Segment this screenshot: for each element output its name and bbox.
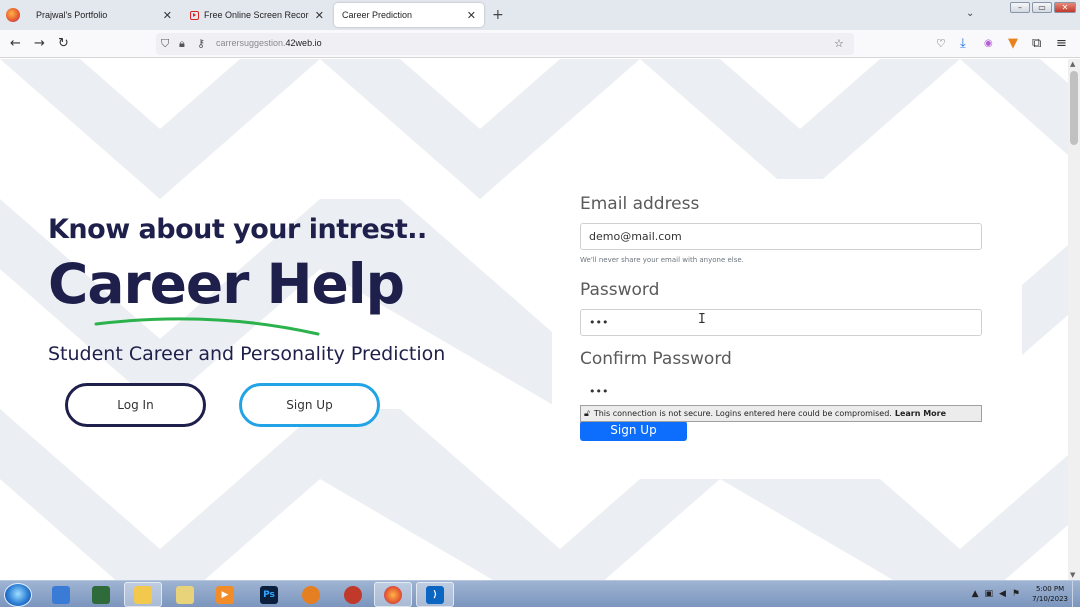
page-viewport: Know about your intrest.. Career Help St… <box>0 59 1068 580</box>
taskbar-app[interactable] <box>292 582 330 607</box>
tray-expand-icon[interactable]: ▲ <box>972 589 979 599</box>
email-help-text: We'll never share your email with anyone… <box>580 256 744 264</box>
taskbar-app[interactable]: ▶ <box>206 582 244 607</box>
minimize-icon[interactable]: – <box>1010 2 1030 13</box>
windows-start-icon[interactable] <box>4 583 32 607</box>
scroll-thumb[interactable] <box>1070 71 1078 145</box>
close-icon[interactable]: ✕ <box>467 9 476 22</box>
tab-label: Free Online Screen Recorder & <box>204 10 309 20</box>
pocket-icon[interactable]: ♡ <box>936 37 946 50</box>
broken-lock-icon: 🔓︎ <box>584 408 590 419</box>
taskbar-app[interactable]: Ps <box>250 582 288 607</box>
screen: Prajwal's Portfolio ✕ Free Online Screen… <box>0 0 1080 607</box>
photoshop-icon: Ps <box>260 585 278 604</box>
key-icon[interactable]: ⚷ <box>197 37 205 50</box>
remote-desktop-icon <box>52 585 70 604</box>
file-explorer-icon <box>134 585 152 604</box>
recorder-favicon-icon <box>190 10 199 20</box>
window-controls: – ▭ ✕ <box>1010 2 1076 13</box>
action-center-flag-icon[interactable]: ⚑ <box>1012 589 1020 599</box>
scroll-down-icon[interactable]: ▼ <box>1070 571 1075 579</box>
email-field[interactable]: demo@mail.com <box>580 223 982 250</box>
browser-nav-bar: ← → ↻ ⛉ 🔒︎ ⚷ carrersuggestion.42web.io ☆… <box>0 30 1080 58</box>
reload-icon[interactable]: ↻ <box>58 36 69 51</box>
taskbar-app[interactable] <box>124 582 162 607</box>
firefox-menu-icon[interactable] <box>6 8 20 22</box>
page-scrollbar[interactable]: ▲ ▼ <box>1068 59 1080 580</box>
window-close-icon[interactable]: ✕ <box>1054 2 1076 13</box>
taskbar-app[interactable] <box>82 582 120 607</box>
close-icon[interactable]: ✕ <box>315 9 324 22</box>
confirm-password-field[interactable]: ••• <box>580 378 982 405</box>
signup-link-button[interactable]: Sign Up <box>239 383 380 427</box>
tab-portfolio[interactable]: Prajwal's Portfolio ✕ <box>28 3 180 27</box>
url-bar[interactable]: ⛉ 🔒︎ ⚷ carrersuggestion.42web.io ☆ <box>156 33 854 55</box>
tab-label: Prajwal's Portfolio <box>36 10 108 20</box>
insecure-warning-text: This connection is not secure. Logins en… <box>593 409 892 418</box>
text-cursor-icon: I <box>698 312 706 327</box>
scroll-up-icon[interactable]: ▲ <box>1070 60 1075 68</box>
extensions-puzzle-icon[interactable]: ⧉ <box>1032 36 1041 51</box>
new-tab-plus-icon[interactable]: + <box>492 7 504 23</box>
tab-career-prediction[interactable]: Career Prediction ✕ <box>334 3 484 27</box>
maximize-icon[interactable]: ▭ <box>1032 2 1052 13</box>
taskbar-clock[interactable]: 5:00 PM 7/10/2023 <box>1032 584 1068 604</box>
tab-screen-recorder[interactable]: Free Online Screen Recorder & ✕ <box>182 3 332 27</box>
page-title: Career Help <box>48 252 405 316</box>
close-icon[interactable]: ✕ <box>163 9 172 22</box>
browser-tab-bar: Prajwal's Portfolio ✕ Free Online Screen… <box>0 0 1080 30</box>
email-label: Email address <box>580 194 700 214</box>
page-subtitle: Student Career and Personality Predictio… <box>48 343 446 365</box>
metamask-fox-icon[interactable]: ▼ <box>1008 36 1018 51</box>
forward-arrow-icon[interactable]: → <box>34 36 45 51</box>
tagline: Know about your intrest.. <box>48 214 427 245</box>
broadcast-icon[interactable]: ◉ <box>984 38 993 49</box>
taskbar-app[interactable] <box>374 582 412 607</box>
password-label: Password <box>580 280 660 300</box>
insecure-lock-icon[interactable]: 🔒︎ <box>179 37 185 51</box>
taskbar-app[interactable] <box>42 582 80 607</box>
hamburger-menu-icon[interactable]: ≡ <box>1056 36 1067 51</box>
taskbar-app[interactable]: ⟩ <box>416 582 454 607</box>
windows-taskbar: ▶ Ps ⟩ ▲ ▣ ◀ ⚑ 5:00 PM 7/10/2023 <box>0 580 1080 607</box>
firefox-icon <box>384 585 402 604</box>
clock-date: 7/10/2023 <box>1032 595 1068 603</box>
system-tray: ▲ ▣ ◀ ⚑ <box>972 589 1020 599</box>
taskbar-app[interactable] <box>334 582 372 607</box>
snipping-tool-icon <box>344 585 362 604</box>
confirm-password-label: Confirm Password <box>580 349 732 369</box>
login-button[interactable]: Log In <box>65 383 206 427</box>
password-field[interactable]: ••• <box>580 309 982 336</box>
vscode-icon: ⟩ <box>426 585 444 604</box>
submit-signup-button[interactable]: Sign Up <box>580 421 687 441</box>
clock-time: 5:00 PM <box>1035 585 1065 593</box>
libraries-icon <box>176 585 194 604</box>
show-desktop-button[interactable] <box>1072 581 1080 607</box>
fl-studio-icon <box>302 585 320 604</box>
taskbar-app[interactable] <box>166 582 204 607</box>
chevron-down-icon[interactable]: ⌄ <box>966 8 974 19</box>
bookmark-star-icon[interactable]: ☆ <box>834 37 844 50</box>
shield-icon[interactable]: ⛉ <box>161 37 169 51</box>
volume-icon[interactable]: ◀ <box>999 589 1006 599</box>
network-icon[interactable]: ▣ <box>984 589 993 599</box>
insecure-login-warning: 🔓︎ This connection is not secure. Logins… <box>580 405 982 422</box>
task-manager-icon <box>92 585 110 604</box>
url-text: carrersuggestion.42web.io <box>216 38 322 48</box>
title-underline-swoosh <box>94 317 320 336</box>
tab-label: Career Prediction <box>342 10 413 20</box>
back-arrow-icon[interactable]: ← <box>10 36 21 51</box>
download-icon[interactable]: ⤓ <box>960 36 966 51</box>
learn-more-link[interactable]: Learn More <box>895 409 946 418</box>
media-player-icon: ▶ <box>216 585 234 604</box>
